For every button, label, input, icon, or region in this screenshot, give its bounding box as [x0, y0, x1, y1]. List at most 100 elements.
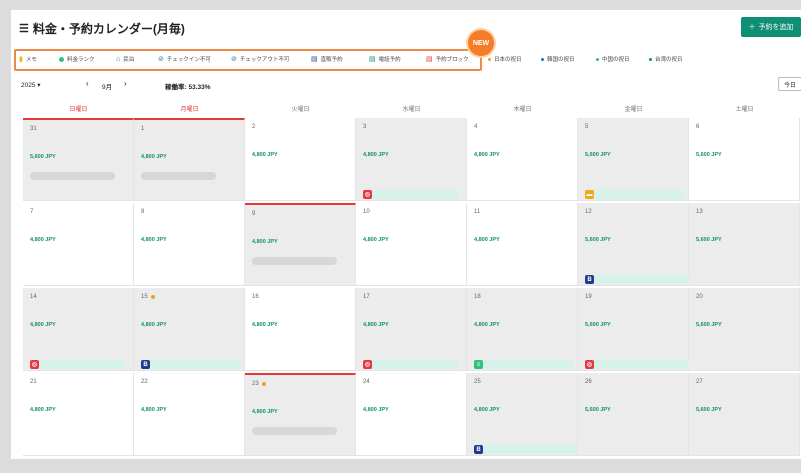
- booking-icon[interactable]: B: [474, 445, 483, 454]
- airbnb-icon[interactable]: ◎: [363, 360, 372, 369]
- calendar-day-cell[interactable]: 4 4,800 JPY: [467, 118, 578, 201]
- legend-item: ▤ 予約ブロック: [426, 55, 469, 64]
- airbnb-icon[interactable]: ◎: [30, 360, 39, 369]
- calendar-day-cell[interactable]: 14 4,800 JPY ◎: [23, 288, 134, 371]
- legend-item: 日本の祝日: [488, 55, 522, 63]
- legend-label: 韓国の祝日: [547, 57, 575, 63]
- day-number: 14: [30, 294, 37, 300]
- calendar-day-cell[interactable]: 13 5,600 JPY: [689, 203, 800, 286]
- calendar-day-cell[interactable]: 27 5,600 JPY: [689, 373, 800, 456]
- legend-label: メモ: [25, 57, 37, 63]
- legend-label: 民泊: [123, 57, 135, 63]
- reservation-bar[interactable]: [368, 360, 458, 369]
- calendar-day-cell[interactable]: 18 4,800 JPY ≡: [467, 288, 578, 371]
- reservation-bar[interactable]: [35, 360, 125, 369]
- day-number: 15: [141, 294, 155, 300]
- direct-booking-icon[interactable]: ≡: [474, 360, 483, 369]
- day-number: 19: [585, 294, 592, 300]
- calendar-day-cell[interactable]: 9 4,800 JPY: [245, 203, 356, 286]
- calendar-day-cell[interactable]: 31 5,600 JPY: [23, 118, 134, 201]
- calendar-day-cell[interactable]: 7 4,800 JPY: [23, 203, 134, 286]
- holiday-dot-icon: [150, 295, 155, 299]
- legend-label: 予約ブロック: [435, 57, 469, 63]
- day-number-text: 17: [363, 294, 370, 300]
- day-number: 4: [474, 124, 477, 130]
- calendar-day-cell[interactable]: 3 4,800 JPY ◎: [356, 118, 467, 201]
- next-month-button[interactable]: ›: [124, 79, 127, 88]
- day-number-text: 21: [30, 379, 37, 385]
- day-number: 16: [252, 294, 259, 300]
- day-number: 26: [585, 379, 592, 385]
- reservation-bar[interactable]: [368, 190, 458, 199]
- calendar-day-cell[interactable]: 24 4,800 JPY: [356, 373, 467, 456]
- day-number: 17: [363, 294, 370, 300]
- day-number-text: 18: [474, 294, 481, 300]
- calendar-day-cell[interactable]: 6 5,600 JPY: [689, 118, 800, 201]
- add-reservation-button[interactable]: ＋ 予約を追加: [741, 17, 801, 37]
- dot-icon: [488, 57, 491, 61]
- today-button[interactable]: 今日: [778, 77, 801, 91]
- calendar-day-cell[interactable]: 1 4,800 JPY: [134, 118, 245, 201]
- day-price: 4,800 JPY: [252, 152, 278, 158]
- day-price: 5,600 JPY: [696, 152, 722, 158]
- day-price: 4,800 JPY: [363, 322, 389, 328]
- calendar-day-cell[interactable]: 25 4,800 JPY B: [467, 373, 799, 456]
- prev-month-button[interactable]: ‹: [86, 79, 89, 88]
- year-select[interactable]: 2025 ▾: [21, 81, 41, 89]
- day-number: 20: [696, 294, 703, 300]
- day-price: 4,800 JPY: [30, 237, 56, 243]
- legend-item: 台湾の祝日: [649, 55, 683, 63]
- calendar-icon: ▤: [311, 55, 318, 63]
- day-price: 4,800 JPY: [252, 239, 278, 245]
- calendar-day-cell[interactable]: 20 5,600 JPY: [689, 288, 800, 371]
- reservation-bar[interactable]: [590, 190, 685, 199]
- calendar-day-cell[interactable]: 17 4,800 JPY ◎: [356, 288, 467, 371]
- day-price: 5,600 JPY: [696, 407, 722, 413]
- day-price: 5,600 JPY: [585, 322, 611, 328]
- dot-icon: [541, 57, 544, 61]
- day-number-text: 25: [474, 379, 481, 385]
- calendar-day-cell[interactable]: 2 4,800 JPY: [245, 118, 356, 201]
- airbnb-icon[interactable]: ◎: [363, 190, 372, 199]
- day-number: 22: [141, 379, 148, 385]
- calendar-day-cell[interactable]: 12 5,600 JPY B: [578, 203, 800, 286]
- calendar-day-cell[interactable]: 10 4,800 JPY: [356, 203, 467, 286]
- menu-icon[interactable]: ☰: [19, 22, 29, 35]
- calendar-day-cell[interactable]: 16 4,800 JPY: [245, 288, 356, 371]
- ota-flag-icon[interactable]: ▬: [585, 190, 594, 199]
- legend-item: ⌂ 民泊: [116, 55, 135, 64]
- calendar-day-cell[interactable]: 8 4,800 JPY: [134, 203, 245, 286]
- day-price: 4,800 JPY: [474, 322, 500, 328]
- day-number-text: 15: [141, 294, 148, 300]
- day-number-text: 16: [252, 294, 259, 300]
- calendar-day-cell[interactable]: 11 4,800 JPY: [467, 203, 578, 286]
- day-price: 4,800 JPY: [474, 407, 500, 413]
- day-number-text: 27: [696, 379, 703, 385]
- calendar-day-cell[interactable]: 22 4,800 JPY: [134, 373, 245, 456]
- add-icon: ＋: [748, 24, 756, 31]
- weekday-label: 土曜日: [735, 107, 754, 113]
- calendar-day-cell[interactable]: 19 5,600 JPY ◎: [578, 288, 800, 371]
- legend-label: チェックアウト不可: [239, 57, 290, 63]
- calendar-icon: ▤: [369, 55, 376, 63]
- day-price: 4,800 JPY: [141, 154, 167, 160]
- day-price: 4,800 JPY: [252, 322, 278, 328]
- legend-label: 中国の祝日: [602, 57, 630, 63]
- day-price: 5,600 JPY: [585, 152, 611, 158]
- booking-icon[interactable]: B: [585, 275, 594, 284]
- memo-icon: ▮: [19, 55, 23, 63]
- airbnb-icon[interactable]: ◎: [585, 360, 594, 369]
- calendar-day-cell[interactable]: 5 5,600 JPY ▬: [578, 118, 689, 201]
- calendar-day-cell[interactable]: 15 4,800 JPY B: [134, 288, 245, 371]
- day-number: 1: [141, 126, 144, 132]
- calendar-day-cell[interactable]: 26 5,600 JPY: [578, 373, 689, 456]
- calendar-day-cell[interactable]: 21 4,800 JPY: [23, 373, 134, 456]
- checkout-block-icon: ⊘: [231, 55, 237, 63]
- calendar-day-cell[interactable]: 23 4,800 JPY: [245, 373, 356, 456]
- reservation-bar[interactable]: [479, 360, 574, 369]
- page-title-text: 料金・予約カレンダー(月毎): [32, 22, 185, 36]
- legend-label: 直販予約: [320, 57, 343, 63]
- day-price: 4,800 JPY: [30, 407, 56, 413]
- reservation-bar[interactable]: [146, 360, 241, 369]
- booking-icon[interactable]: B: [141, 360, 150, 369]
